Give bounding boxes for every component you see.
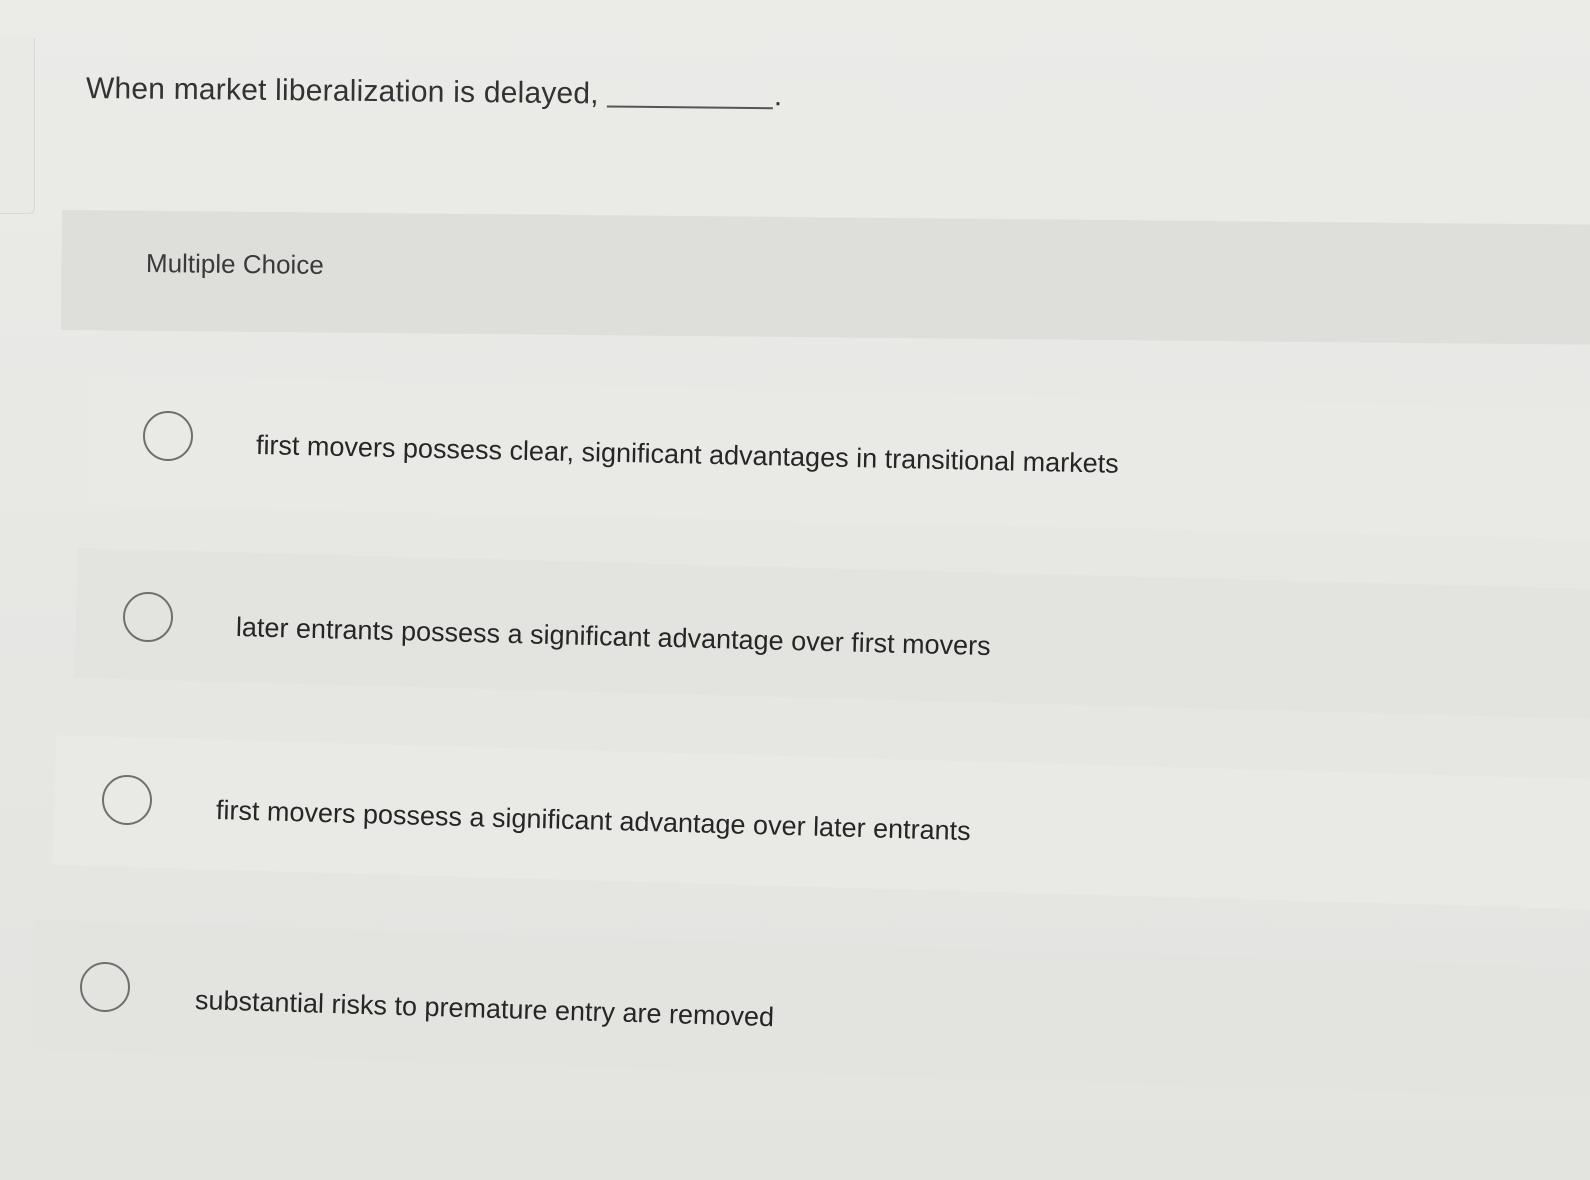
radio-button-4[interactable]	[80, 962, 130, 1012]
radio-button-3[interactable]	[102, 775, 152, 825]
radio-button-1[interactable]	[143, 411, 193, 461]
page: When market liberalization is delayed,. …	[0, 0, 1590, 1180]
choice-list: first movers possess clear, significant …	[0, 0, 1590, 1180]
radio-button-2[interactable]	[123, 592, 173, 642]
